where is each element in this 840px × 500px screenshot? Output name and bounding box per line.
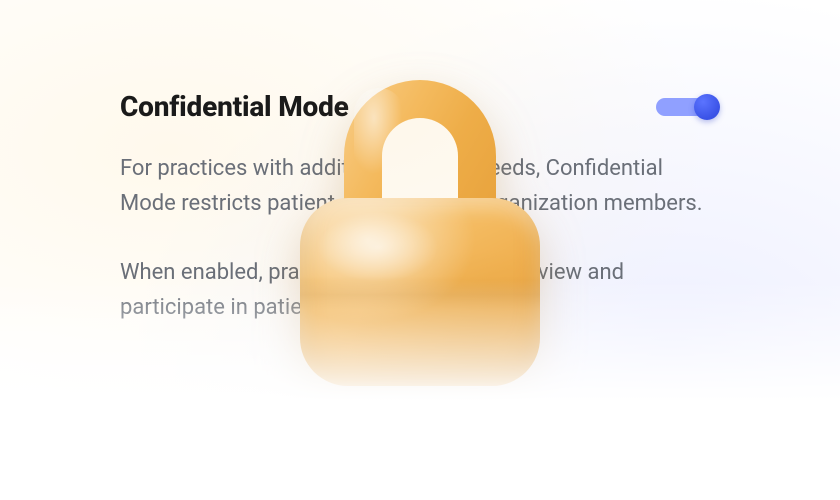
setting-description-2: When enabled, practice members can only … xyxy=(120,255,720,325)
settings-preview-card: Confidential Mode For practices with add… xyxy=(0,0,840,500)
setting-title: Confidential Mode xyxy=(120,90,349,123)
confidential-mode-setting: Confidential Mode For practices with add… xyxy=(120,90,720,325)
confidential-mode-toggle[interactable] xyxy=(656,94,720,120)
setting-description-1: For practices with additional privacy ne… xyxy=(120,151,720,221)
setting-header: Confidential Mode xyxy=(120,90,720,123)
toggle-knob xyxy=(694,94,720,120)
